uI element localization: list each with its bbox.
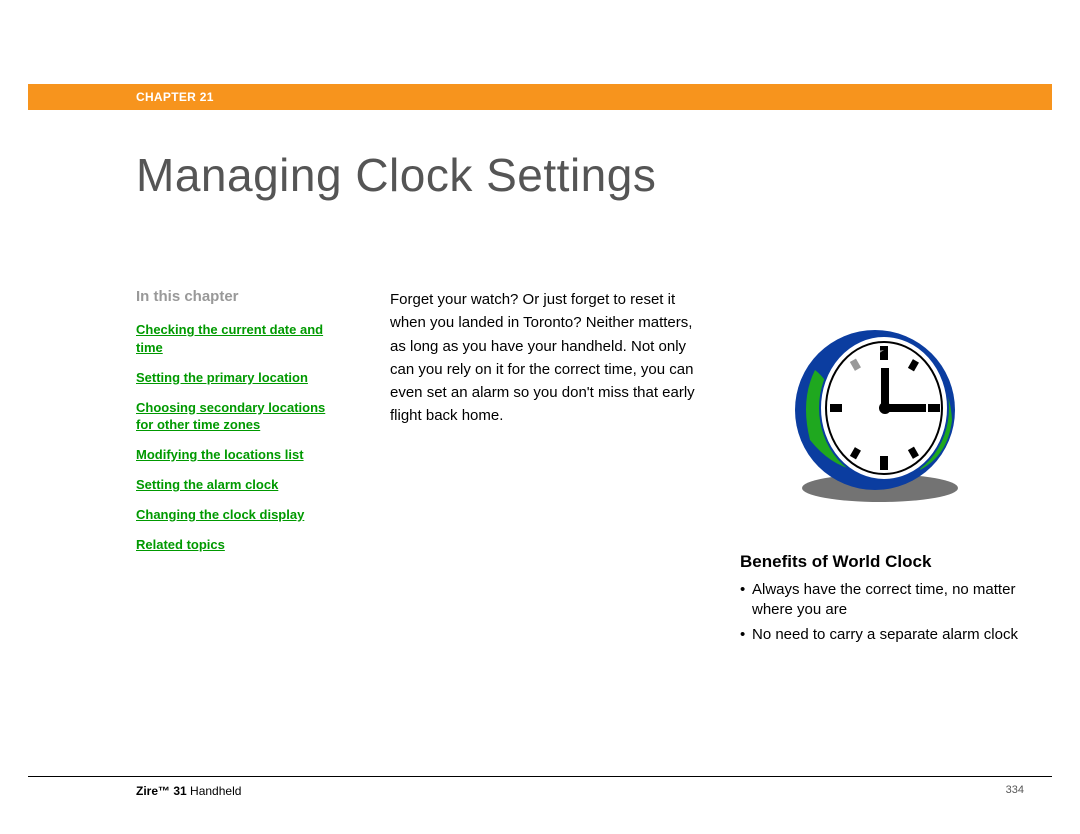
chapter-header-bar: CHAPTER 21 <box>28 84 1052 110</box>
toc-link-checking-date-time[interactable]: Checking the current date and time <box>136 321 346 356</box>
benefits-item: Always have the correct time, no matter … <box>740 580 1050 619</box>
toc-item: Checking the current date and time <box>136 321 346 357</box>
footer-product-rest: Handheld <box>187 784 242 798</box>
toc-item: Setting the alarm clock <box>136 476 346 494</box>
toc-link-modifying-locations[interactable]: Modifying the locations list <box>136 446 304 464</box>
sidebar-heading: In this chapter <box>136 288 346 305</box>
toc-link-primary-location[interactable]: Setting the primary location <box>136 369 308 387</box>
toc-item: Modifying the locations list <box>136 446 346 464</box>
toc-item: Changing the clock display <box>136 506 346 524</box>
footer-divider <box>28 776 1052 777</box>
world-clock-icon <box>780 310 980 515</box>
toc-item: Related topics <box>136 536 346 554</box>
toc-item: Setting the primary location <box>136 369 346 387</box>
toc-list: Checking the current date and time Setti… <box>136 321 346 554</box>
intro-paragraph: Forget your watch? Or just forget to res… <box>390 288 710 428</box>
benefits-list: Always have the correct time, no matter … <box>740 580 1050 645</box>
toc-link-secondary-locations[interactable]: Choosing secondary locations for other t… <box>136 399 346 434</box>
benefits-section: Benefits of World Clock Always have the … <box>740 552 1050 651</box>
page-title: Managing Clock Settings <box>136 148 656 202</box>
footer-product-name: Zire™ 31 Handheld <box>136 784 241 798</box>
chapter-label: CHAPTER 21 <box>136 90 214 104</box>
toc-link-clock-display[interactable]: Changing the clock display <box>136 506 304 524</box>
toc-link-related-topics[interactable]: Related topics <box>136 536 225 554</box>
footer-product-bold: Zire™ 31 <box>136 784 187 798</box>
benefits-item: No need to carry a separate alarm clock <box>740 625 1050 645</box>
toc-item: Choosing secondary locations for other t… <box>136 399 346 435</box>
toc-link-alarm-clock[interactable]: Setting the alarm clock <box>136 476 278 494</box>
in-this-chapter-sidebar: In this chapter Checking the current dat… <box>136 288 346 566</box>
benefits-heading: Benefits of World Clock <box>740 552 1050 572</box>
footer-page-number: 334 <box>1006 784 1024 796</box>
